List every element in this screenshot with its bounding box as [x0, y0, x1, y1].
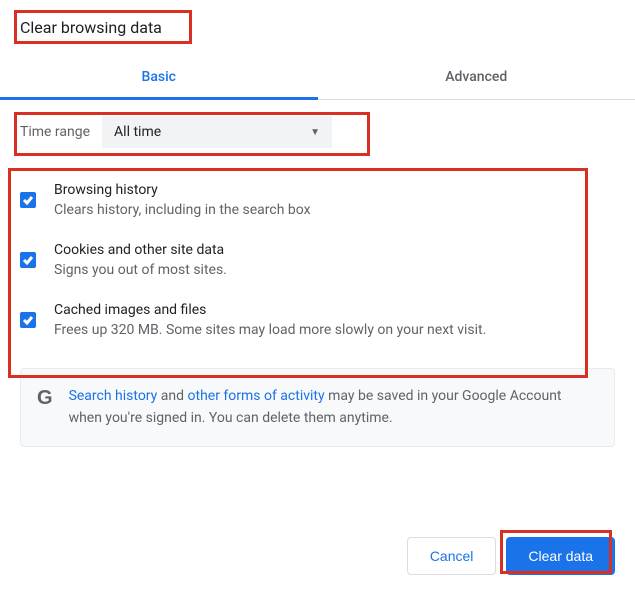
check-icon [22, 194, 34, 206]
option-cached: Cached images and files Frees up 320 MB.… [20, 290, 615, 350]
time-range-value: All time [114, 124, 161, 140]
check-icon [22, 254, 34, 266]
checkbox-cached[interactable] [20, 312, 36, 328]
time-range-label: Time range [20, 124, 90, 140]
option-browsing-history: Browsing history Clears history, includi… [20, 170, 615, 230]
info-box: G Search history and other forms of acti… [20, 368, 615, 447]
tab-basic[interactable]: Basic [0, 55, 318, 99]
option-text: Browsing history Clears history, includi… [54, 182, 615, 218]
checkbox-browsing-history[interactable] [20, 192, 36, 208]
link-other-activity[interactable]: other forms of activity [188, 388, 325, 404]
chevron-down-icon: ▼ [310, 127, 320, 138]
link-search-history[interactable]: Search history [69, 388, 158, 404]
option-title: Cached images and files [54, 302, 615, 318]
clear-data-button[interactable]: Clear data [506, 537, 615, 575]
option-cookies: Cookies and other site data Signs you ou… [20, 230, 615, 290]
option-desc: Signs you out of most sites. [54, 262, 615, 278]
info-text: Search history and other forms of activi… [69, 385, 598, 430]
cancel-button[interactable]: Cancel [407, 537, 497, 575]
option-text: Cached images and files Frees up 320 MB.… [54, 302, 615, 338]
option-text: Cookies and other site data Signs you ou… [54, 242, 615, 278]
footer: Cancel Clear data [407, 537, 615, 575]
options-list: Browsing history Clears history, includi… [0, 162, 635, 362]
tabs: Basic Advanced [0, 55, 635, 100]
option-title: Browsing history [54, 182, 615, 198]
time-range-row: Time range All time ▼ [0, 100, 635, 162]
info-mid1: and [157, 388, 187, 404]
check-icon [22, 314, 34, 326]
dialog-title: Clear browsing data [0, 0, 182, 47]
checkbox-cookies[interactable] [20, 252, 36, 268]
option-desc: Frees up 320 MB. Some sites may load mor… [54, 322, 615, 338]
option-title: Cookies and other site data [54, 242, 615, 258]
time-range-dropdown[interactable]: All time ▼ [102, 116, 332, 148]
tab-advanced[interactable]: Advanced [318, 55, 635, 99]
google-icon: G [37, 387, 53, 410]
option-desc: Clears history, including in the search … [54, 202, 615, 218]
